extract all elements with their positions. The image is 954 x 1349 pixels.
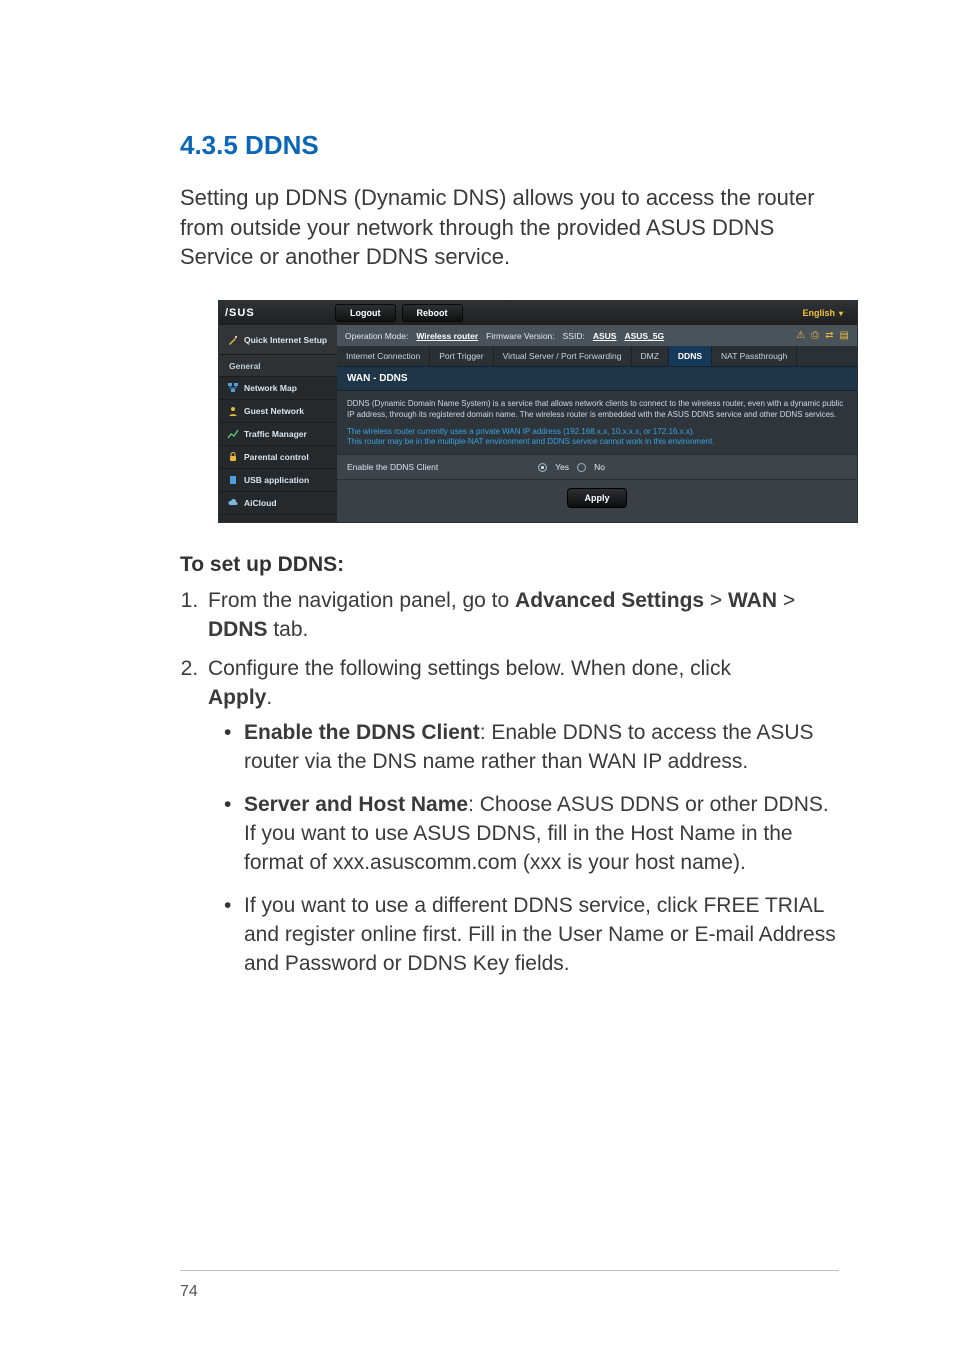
- firmware-label: Firmware Version:: [486, 331, 555, 341]
- usb-icon: [227, 474, 239, 486]
- section-heading: 4.3.5 DDNS: [180, 130, 839, 161]
- ssid-2: ASUS_5G: [624, 331, 664, 341]
- ddns-description: DDNS (Dynamic Domain Name System) is a s…: [337, 391, 857, 454]
- reboot-button[interactable]: Reboot: [402, 304, 463, 322]
- step-2: Configure the following settings below. …: [204, 655, 839, 979]
- sidebar-item-guest-network[interactable]: Guest Network: [219, 400, 337, 423]
- cloud-icon: [227, 497, 239, 509]
- main-panel: Operation Mode: Wireless router Firmware…: [337, 325, 857, 522]
- sidebar-item-label: Parental control: [244, 452, 309, 462]
- radio-no-label: No: [594, 462, 605, 472]
- sidebar-item-aicloud[interactable]: AiCloud: [219, 492, 337, 515]
- sidebar-general-header: General: [219, 355, 337, 377]
- opmode-label: Operation Mode:: [345, 331, 408, 341]
- sidebar-item-label: Network Map: [244, 383, 297, 393]
- footer-rule: [180, 1270, 839, 1271]
- bullet-1-title: Enable the DDNS Client: [244, 721, 480, 744]
- ssid-1: ASUS: [593, 331, 617, 341]
- bullet-3: If you want to use a different DDNS serv…: [222, 892, 839, 979]
- step-2-apply: Apply: [208, 686, 266, 709]
- printer-icon: ⎙: [811, 330, 819, 341]
- bullet-1: Enable the DDNS Client: Enable DDNS to a…: [222, 719, 839, 777]
- ddns-warning-1: The wireless router currently uses a pri…: [347, 427, 847, 438]
- lock-icon: [227, 451, 239, 463]
- radio-yes[interactable]: [538, 463, 547, 472]
- bullet-2: Server and Host Name: Choose ASUS DDNS o…: [222, 791, 839, 878]
- step-1: From the navigation panel, go to Advance…: [204, 587, 839, 645]
- sidebar-item-label: Guest Network: [244, 406, 304, 416]
- bullet-list: Enable the DDNS Client: Enable DDNS to a…: [208, 719, 839, 979]
- network-icon: [227, 382, 239, 394]
- intro-paragraph: Setting up DDNS (Dynamic DNS) allows you…: [180, 183, 839, 272]
- sidebar-item-network-map[interactable]: Network Map: [219, 377, 337, 400]
- traffic-icon: [227, 428, 239, 440]
- usb-small-icon: ⇄: [825, 330, 833, 341]
- asus-logo: /SUS: [225, 307, 335, 319]
- enable-ddns-label: Enable the DDNS Client: [347, 462, 438, 472]
- tab-nat-passthrough[interactable]: NAT Passthrough: [712, 346, 797, 366]
- sidebar-item-qis[interactable]: Quick Internet Setup: [219, 325, 337, 355]
- step-1-text: From the navigation panel, go to: [208, 589, 515, 612]
- router-topbar: /SUS Logout Reboot English ▾: [219, 301, 857, 325]
- sidebar: Quick Internet Setup General Network Map…: [219, 325, 337, 522]
- enable-ddns-row: Enable the DDNS Client Yes No: [337, 454, 857, 480]
- panel-title: WAN - DDNS: [337, 366, 857, 391]
- sidebar-item-label: AiCloud: [244, 498, 277, 508]
- router-screenshot: /SUS Logout Reboot English ▾ Quick Intern…: [218, 300, 858, 523]
- language-label: English: [802, 308, 835, 318]
- tab-internet-connection[interactable]: Internet Connection: [337, 346, 430, 366]
- step-1-sep2: >: [777, 589, 795, 612]
- logout-button[interactable]: Logout: [335, 304, 396, 322]
- ddns-desc-1: DDNS (Dynamic Domain Name System) is a s…: [347, 399, 847, 421]
- signal-icon: ⚠: [796, 330, 805, 341]
- step-2-tail: .: [266, 686, 272, 709]
- wan-tabs: Internet Connection Port Trigger Virtual…: [337, 346, 857, 366]
- steps-list: From the navigation panel, go to Advance…: [180, 587, 839, 979]
- radio-yes-label: Yes: [555, 462, 569, 472]
- sidebar-item-label: USB application: [244, 475, 309, 485]
- tab-virtual-server[interactable]: Virtual Server / Port Forwarding: [494, 346, 632, 366]
- step-1-adv: Advanced Settings: [515, 589, 704, 612]
- sidebar-item-label: Traffic Manager: [244, 429, 307, 439]
- step-1-sep1: >: [704, 589, 728, 612]
- step-1-wan: WAN: [728, 589, 777, 612]
- step-2-text: Configure the following settings below. …: [208, 657, 731, 680]
- bullet-3-body: If you want to use a different DDNS serv…: [244, 894, 836, 975]
- sidebar-item-traffic-manager[interactable]: Traffic Manager: [219, 423, 337, 446]
- tab-dmz[interactable]: DMZ: [632, 346, 669, 366]
- opmode-value[interactable]: Wireless router: [416, 331, 478, 341]
- tab-port-trigger[interactable]: Port Trigger: [430, 346, 493, 366]
- drive-icon: ▤: [840, 330, 849, 341]
- page-number: 74: [180, 1283, 198, 1301]
- bullet-2-title: Server and Host Name: [244, 793, 468, 816]
- radio-no[interactable]: [577, 463, 586, 472]
- operation-mode-row: Operation Mode: Wireless router Firmware…: [337, 325, 857, 346]
- tab-ddns[interactable]: DDNS: [669, 346, 712, 366]
- sidebar-item-usb-application[interactable]: USB application: [219, 469, 337, 492]
- sidebar-item-label: Quick Internet Setup: [244, 335, 327, 345]
- sidebar-item-parental-control[interactable]: Parental control: [219, 446, 337, 469]
- wand-icon: [227, 334, 239, 346]
- chevron-down-icon: ▾: [839, 309, 843, 318]
- ssid-label: SSID:: [563, 331, 585, 341]
- language-selector[interactable]: English ▾: [802, 308, 851, 318]
- step-1-tail: tab.: [268, 618, 309, 641]
- guest-icon: [227, 405, 239, 417]
- ddns-warning-2: This router may be in the multiple-NAT e…: [347, 437, 847, 448]
- step-1-ddns: DDNS: [208, 618, 268, 641]
- setup-subheading: To set up DDNS:: [180, 553, 839, 577]
- apply-button[interactable]: Apply: [567, 488, 626, 508]
